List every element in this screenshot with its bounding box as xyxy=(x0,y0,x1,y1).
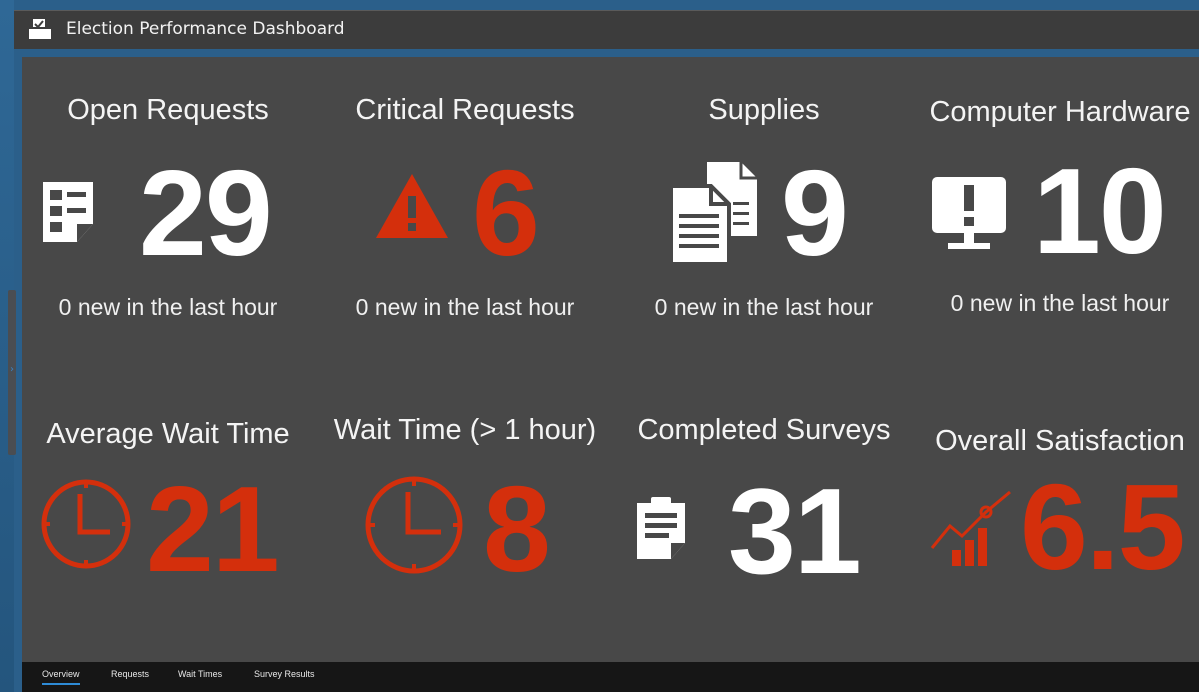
trend-chart-icon xyxy=(930,490,1011,566)
card-title: Supplies xyxy=(708,94,820,126)
request-form-icon xyxy=(43,182,93,242)
metric-value: 21 xyxy=(146,461,280,597)
title-bar: Election Performance Dashboard xyxy=(14,10,1199,49)
clipboard-icon xyxy=(637,497,685,559)
metric-subtitle: 0 new in the last hour xyxy=(58,294,278,320)
metric-value: 31 xyxy=(728,463,862,599)
card-title: Open Requests xyxy=(67,94,269,126)
metric-value: 9 xyxy=(781,145,849,281)
monitor-alert-icon xyxy=(932,177,1006,249)
card-title: Average Wait Time xyxy=(46,418,290,450)
metric-value: 6 xyxy=(472,145,540,281)
card-title: Critical Requests xyxy=(355,94,575,126)
documents-icon xyxy=(669,162,757,266)
metric-value: 10 xyxy=(1033,143,1167,279)
tab-bar: Overview Requests Wait Times Survey Resu… xyxy=(22,662,1199,692)
metric-value: 8 xyxy=(483,461,551,597)
card-title: Completed Surveys xyxy=(637,414,891,446)
metric-subtitle: 0 new in the last hour xyxy=(654,294,874,320)
tab-wait-times[interactable]: Wait Times xyxy=(178,669,222,679)
tab-requests[interactable]: Requests xyxy=(111,669,149,679)
metric-subtitle: 0 new in the last hour xyxy=(950,290,1170,316)
warning-triangle-icon xyxy=(376,174,448,238)
metric-subtitle: 0 new in the last hour xyxy=(355,294,575,320)
expand-arrow-icon[interactable]: › xyxy=(8,364,16,376)
clock-icon xyxy=(41,479,131,569)
clock-icon xyxy=(365,476,463,574)
tab-survey-results[interactable]: Survey Results xyxy=(254,669,315,679)
app-title: Election Performance Dashboard xyxy=(66,19,345,39)
tab-overview[interactable]: Overview xyxy=(42,669,80,685)
metric-value: 29 xyxy=(139,145,273,281)
card-title: Wait Time (> 1 hour) xyxy=(333,414,597,446)
card-title: Overall Satisfaction xyxy=(935,425,1185,457)
ballot-box-icon xyxy=(29,19,51,39)
card-title: Computer Hardware xyxy=(929,96,1191,128)
metric-value: 6.5 xyxy=(1020,459,1186,595)
